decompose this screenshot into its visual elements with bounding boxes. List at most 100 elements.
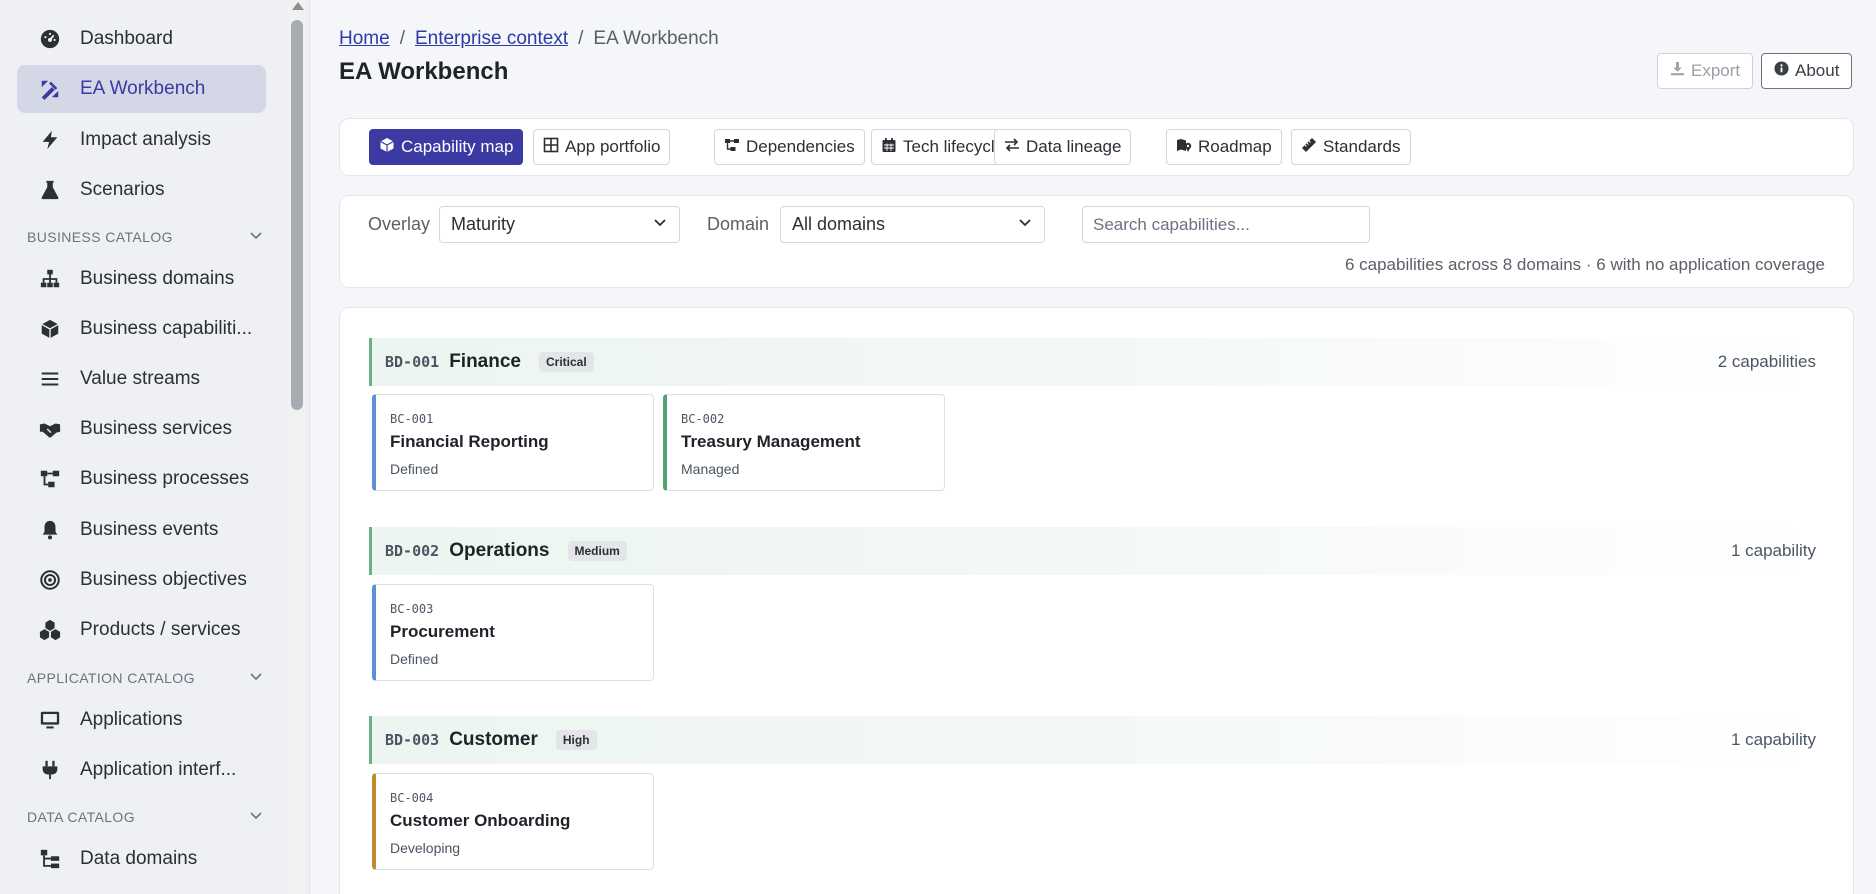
breadcrumb: Home / Enterprise context / EA Workbench [339,28,719,50]
tab-label: Data lineage [1026,137,1122,156]
capability-count: 2 capabilities [1717,352,1816,371]
sidebar-item-label: Scenarios [80,179,165,200]
sidebar-item-ea-workbench[interactable]: EA Workbench [17,65,266,113]
criticality-badge: Critical [539,352,594,372]
sidebar-item-application-interfaces[interactable]: Application interf... [17,746,266,794]
sidebar-item-products-services[interactable]: Products / services [17,606,266,654]
capability-maturity: Defined [390,461,439,477]
capability-card-financial-reporting[interactable]: BC-001 Financial Reporting Defined [372,394,654,491]
search-capabilities-input[interactable] [1082,206,1370,243]
domain-header-operations[interactable]: BD-002 Operations Medium 1 capability [369,527,1826,575]
export-label: Export [1691,61,1741,80]
capability-code: BC-004 [390,791,434,805]
section-title: APPLICATION CATALOG [27,670,195,686]
capability-maturity: Managed [681,461,740,477]
sidebar-item-business-services[interactable]: Business services [17,405,266,453]
section-data-catalog[interactable]: DATA CATALOG [27,805,263,829]
scroll-thumb[interactable] [291,20,303,410]
tab-label: Dependencies [746,137,855,156]
about-label: About [1795,61,1840,80]
domain-code: BD-002 [385,542,440,560]
export-button[interactable]: Export [1657,53,1754,89]
capability-code: BC-002 [681,412,725,426]
cubes-icon [36,619,64,641]
capability-map-card: BD-001 Finance Critical 2 capabilities B… [339,307,1854,894]
sidebar-item-dashboard[interactable]: Dashboard [17,15,266,63]
sidebar-item-impact-analysis[interactable]: Impact analysis [17,116,266,164]
domain-header-customer[interactable]: BD-003 Customer High 1 capability [369,716,1826,764]
tab-standards[interactable]: Standards [1291,129,1411,165]
section-title: BUSINESS CATALOG [27,229,173,245]
sidebar: Dashboard EA Workbench Impact analysis S… [0,0,286,894]
about-button[interactable]: About [1761,53,1853,89]
tab-dependencies[interactable]: Dependencies [714,129,865,165]
lightning-icon [36,129,64,151]
sidebar-item-data-domains[interactable]: Data domains [17,835,266,883]
capability-card-procurement[interactable]: BC-003 Procurement Defined [372,584,654,681]
tab-capability-map[interactable]: Capability map [369,129,524,165]
monitor-icon [36,709,64,731]
domain-header-finance[interactable]: BD-001 Finance Critical 2 capabilities [369,338,1826,386]
capability-card-customer-onboarding[interactable]: BC-004 Customer Onboarding Developing [372,773,654,870]
breadcrumb-enterprise-context-link[interactable]: Enterprise context [415,28,568,50]
capability-card-treasury-management[interactable]: BC-002 Treasury Management Managed [663,394,945,491]
sidebar-item-label: Value streams [80,368,201,389]
tab-roadmap[interactable]: Roadmap [1166,129,1282,165]
tab-label: Capability map [401,137,514,156]
dashboard-icon [36,28,64,50]
sidebar-scrollbar[interactable] [286,0,310,894]
tab-app-portfolio[interactable]: App portfolio [533,129,671,165]
sidebar-item-label: Business domains [80,268,235,289]
capability-count: 1 capability [1730,541,1816,560]
overlay-label: Overlay [368,214,431,234]
sidebar-item-applications[interactable]: Applications [17,696,266,744]
capability-summary: 6 capabilities across 8 domains · 6 with… [1344,255,1825,274]
capability-code: BC-003 [390,602,434,616]
breadcrumb-home-link[interactable]: Home [339,28,390,50]
chevron-down-icon [652,214,668,235]
plug-icon [36,759,64,781]
sidebar-item-business-domains[interactable]: Business domains [17,255,266,303]
capability-maturity: Defined [390,651,439,667]
download-icon [1670,61,1685,81]
domain-select[interactable]: All domains [780,206,1045,243]
sidebar-item-business-processes[interactable]: Business processes [17,455,266,503]
process-icon [724,137,740,158]
map-pin-icon [1176,137,1192,158]
sidebar-item-business-objectives[interactable]: Business objectives [17,556,266,604]
chevron-down-icon [1017,214,1033,235]
grid-icon [543,137,559,158]
section-application-catalog[interactable]: APPLICATION CATALOG [27,666,263,690]
sidebar-item-label: Business capabiliti... [80,318,253,339]
swap-arrows-icon [1004,137,1020,158]
sidebar-item-label: Business events [80,519,219,540]
sidebar-item-label: Dashboard [80,28,173,49]
sidebar-item-value-streams[interactable]: Value streams [17,355,266,403]
section-business-catalog[interactable]: BUSINESS CATALOG [27,225,263,249]
sidebar-item-business-capabilities[interactable]: Business capabiliti... [17,305,266,353]
sidebar-item-scenarios[interactable]: Scenarios [17,166,266,214]
scroll-up-arrow-icon[interactable] [292,2,304,10]
chevron-down-icon [249,670,263,687]
process-icon [36,468,64,490]
tab-label: Standards [1323,137,1401,156]
breadcrumb-separator: / [578,28,584,49]
tab-tech-lifecycle[interactable]: Tech lifecycle [871,129,1015,165]
workbench-icon [36,78,64,100]
domain-name: Finance [449,351,521,372]
sidebar-item-business-events[interactable]: Business events [17,506,266,554]
domain-name: Customer [449,729,538,750]
sidebar-item-label: Products / services [80,619,241,640]
filter-card: Overlay Maturity Domain All domains 6 ca… [339,195,1854,288]
tab-data-lineage[interactable]: Data lineage [994,129,1132,165]
sidebar-item-label: Data domains [80,848,198,869]
breadcrumb-separator: / [399,28,405,49]
domain-name: Operations [449,540,550,561]
overlay-select[interactable]: Maturity [439,206,680,243]
data-tree-icon [36,848,64,870]
sidebar-item-label: Impact analysis [80,129,211,150]
target-icon [36,569,64,591]
domain-code: BD-001 [385,353,440,371]
overlay-value: Maturity [451,214,516,234]
capability-count: 1 capability [1730,730,1816,749]
